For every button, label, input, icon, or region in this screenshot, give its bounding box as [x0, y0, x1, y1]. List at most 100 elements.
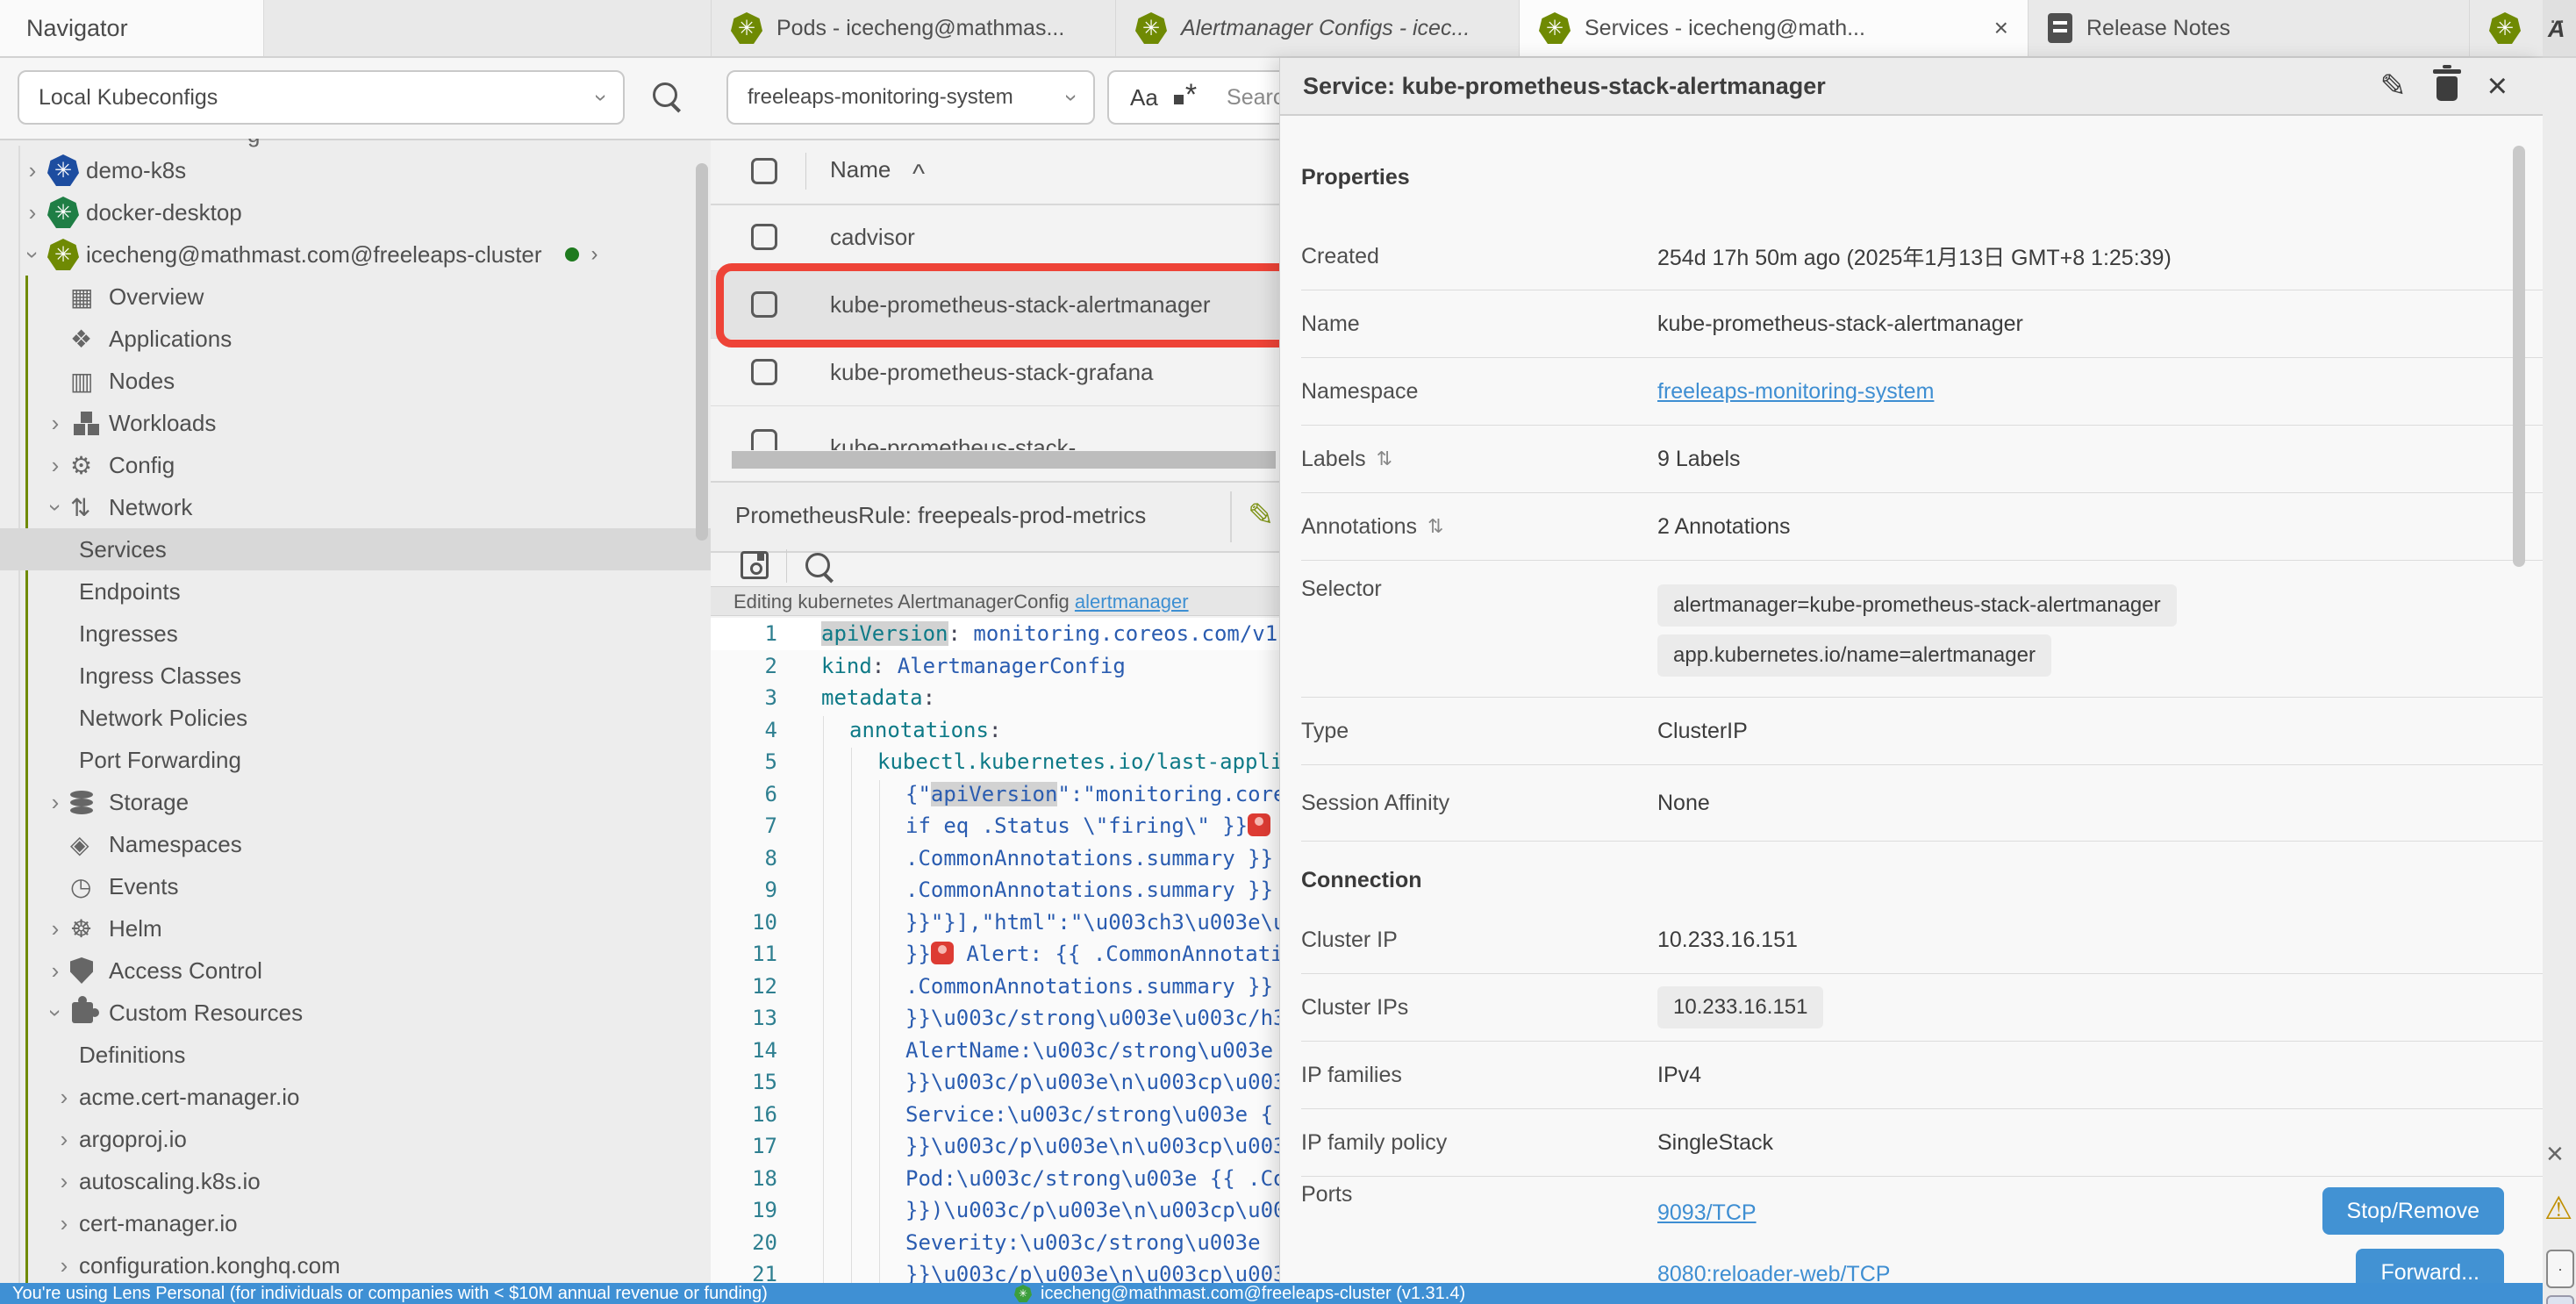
forward-button[interactable]: Forward...: [2356, 1249, 2504, 1283]
line-number: 1: [711, 621, 777, 646]
sidebar-scrollbar-thumb[interactable]: [696, 163, 708, 541]
close-icon[interactable]: ×: [2546, 1137, 2564, 1171]
chevron-down-icon[interactable]: ›: [40, 494, 70, 521]
sort-toggle-icon[interactable]: ⇅: [1377, 448, 1392, 470]
kubeconfig-select[interactable]: Local Kubeconfigs ›: [18, 70, 625, 125]
sidebar-item-port-forwarding[interactable]: Port Forwarding: [0, 739, 711, 781]
drawer-scrollbar-thumb[interactable]: [2513, 146, 2525, 567]
line-number: 21: [711, 1262, 777, 1283]
delete-trash-icon[interactable]: [2436, 76, 2458, 101]
port-link[interactable]: 8080:reloader-web/TCP: [1657, 1262, 1890, 1284]
active-cluster-status[interactable]: ✳ icecheng@mathmast.com@freeleaps-cluste…: [1014, 1285, 1465, 1302]
sidebar-item-ingress-classes[interactable]: Ingress Classes: [0, 655, 711, 697]
tab-release-notes[interactable]: Release Notes: [2028, 0, 2469, 56]
chevron-right-icon[interactable]: ›: [49, 1168, 79, 1195]
sidebar-item-custom-resources[interactable]: ›Custom Resources: [0, 992, 711, 1034]
sidebar-item-configuration-konghq-com[interactable]: ›configuration.konghq.com: [0, 1244, 711, 1283]
sidebar-item-icecheng-mathmast-com-freeleaps-cluster[interactable]: ›✳icecheng@mathmast.com@freeleaps-cluste…: [0, 233, 711, 276]
sort-toggle-icon[interactable]: ⇅: [1428, 515, 1443, 538]
regex-toggle[interactable]: *: [1174, 86, 1197, 109]
sidebar-item-workloads[interactable]: ›Workloads: [0, 402, 711, 444]
property-row: Session AffinityNone: [1301, 765, 2543, 842]
edit-pencil-icon[interactable]: ✎: [2379, 68, 2406, 104]
property-value: 10.233.16.151: [1657, 978, 1823, 1036]
chevron-right-icon[interactable]: ›: [40, 915, 70, 942]
sort-ascending-icon[interactable]: ^: [912, 160, 925, 190]
chevron-down-icon[interactable]: ›: [40, 999, 70, 1027]
chevron-right-icon[interactable]: ›: [49, 1084, 79, 1111]
tab-navigator[interactable]: Navigator: [0, 0, 264, 56]
sidebar-item-network[interactable]: ›⇅Network: [0, 486, 711, 528]
row-checkbox[interactable]: [751, 429, 777, 450]
drawer-title: Service: kube-prometheus-stack-alertmana…: [1303, 58, 1826, 114]
chevron-right-icon[interactable]: ›: [40, 957, 70, 985]
sidebar-item-label: icecheng@mathmast.com@freeleaps-cluster: [86, 241, 542, 269]
sidebar-item-events[interactable]: ◷Events: [0, 865, 711, 907]
lens-app-window: Navigator ✳Pods - icecheng@mathmas...✳Al…: [0, 0, 2576, 1304]
kubeconfig-select-value: Local Kubeconfigs: [19, 85, 218, 111]
sidebar-item-storage[interactable]: ›Storage: [0, 781, 711, 823]
annotation-highlight-box: [716, 263, 1295, 347]
edited-resource-link[interactable]: alertmanager: [1075, 591, 1189, 613]
chevron-right-icon[interactable]: ›: [40, 789, 70, 816]
puzzle-icon: [72, 1002, 93, 1023]
sidebar-item-network-policies[interactable]: Network Policies: [0, 697, 711, 739]
editor-search-icon[interactable]: [805, 553, 830, 577]
tab-partial[interactable]: ✳: [2469, 0, 2545, 56]
search-icon[interactable]: [653, 82, 677, 107]
save-icon[interactable]: [741, 551, 769, 579]
chevron-right-icon[interactable]: ›: [40, 410, 70, 437]
sidebar-item-label: Helm: [109, 915, 162, 942]
sidebar-item-applications[interactable]: ❖Applications: [0, 318, 711, 360]
chevron-down-icon[interactable]: ›: [18, 241, 47, 269]
chevron-right-icon[interactable]: ›: [18, 199, 47, 226]
sidebar-item-endpoints[interactable]: Endpoints: [0, 570, 711, 613]
sidebar-item-helm[interactable]: ›☸Helm: [0, 907, 711, 949]
widget-box[interactable]: ·: [2546, 1250, 2574, 1288]
sidebar-item-autoscaling-k8s-io[interactable]: ›autoscaling.k8s.io: [0, 1160, 711, 1202]
chevron-right-icon[interactable]: ›: [18, 157, 47, 184]
tab-services-icecheng-math[interactable]: ✳Services - icecheng@math...×: [1519, 0, 2028, 56]
sidebar-item-demo-k8s[interactable]: ›✳demo-k8s: [0, 149, 711, 191]
sidebar-item-ingresses[interactable]: Ingresses: [0, 613, 711, 655]
sidebar-item-nodes[interactable]: ▥Nodes: [0, 360, 711, 402]
service-details-drawer: Service: kube-prometheus-stack-alertmana…: [1279, 58, 2543, 1283]
select-all-checkbox[interactable]: [751, 158, 777, 184]
port-link[interactable]: 9093/TCP: [1657, 1200, 1757, 1226]
chevron-right-icon[interactable]: ›: [49, 1252, 79, 1279]
tab-pods-icecheng-mathmas[interactable]: ✳Pods - icecheng@mathmas...: [711, 0, 1115, 56]
close-tab-icon[interactable]: ×: [1994, 14, 2008, 42]
edit-pencil-icon[interactable]: ✎: [1248, 497, 1274, 534]
sidebar-item-argoproj-io[interactable]: ›argoproj.io: [0, 1118, 711, 1160]
sidebar-item-namespaces[interactable]: ◈Namespaces: [0, 823, 711, 865]
row-checkbox[interactable]: [751, 359, 777, 385]
property-label: Ports: [1301, 1182, 1657, 1207]
match-case-toggle[interactable]: Aa: [1130, 84, 1158, 111]
sidebar-item-cert-manager-io[interactable]: ›cert-manager.io: [0, 1202, 711, 1244]
kubernetes-icon: ✳: [731, 12, 762, 44]
sidebar-item-access-control[interactable]: ›Access Control: [0, 949, 711, 992]
line-number: 18: [711, 1166, 777, 1191]
section-heading: Properties: [1301, 116, 2543, 200]
line-number: 19: [711, 1198, 777, 1222]
chevron-right-icon[interactable]: ›: [40, 452, 70, 479]
name-column-header[interactable]: Name: [830, 156, 891, 183]
chevron-right-icon[interactable]: ›: [49, 1210, 79, 1237]
sidebar-item-services[interactable]: Services: [0, 528, 711, 570]
warning-icon[interactable]: ⚠: [2544, 1190, 2572, 1227]
horizontal-scrollbar-thumb[interactable]: [732, 451, 1276, 469]
stop-remove-button[interactable]: Stop/Remove: [2322, 1187, 2504, 1235]
namespace-link[interactable]: freeleaps-monitoring-system: [1657, 379, 1934, 404]
close-icon[interactable]: ×: [2487, 68, 2508, 104]
chevron-right-icon[interactable]: ›: [49, 1126, 79, 1153]
namespace-select[interactable]: freeleaps-monitoring-system ›: [726, 70, 1095, 125]
tab-alertmanager-configs-icec[interactable]: ✳Alertmanager Configs - icec...: [1115, 0, 1519, 56]
sidebar-item-config[interactable]: ›⚙Config: [0, 444, 711, 486]
row-checkbox[interactable]: [751, 224, 777, 250]
sidebar-item-overview[interactable]: ▦Overview: [0, 276, 711, 318]
sidebar-item-docker-desktop[interactable]: ›✳docker-desktop: [0, 191, 711, 233]
sidebar-item-acme-cert-manager-io[interactable]: ›acme.cert-manager.io: [0, 1076, 711, 1118]
chevron-right-icon[interactable]: ›: [591, 242, 598, 267]
line-number: 5: [711, 749, 777, 774]
sidebar-item-definitions[interactable]: Definitions: [0, 1034, 711, 1076]
